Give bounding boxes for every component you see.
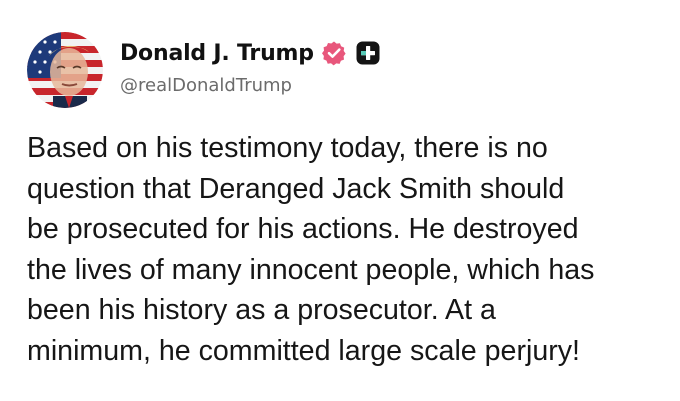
avatar[interactable]	[27, 32, 103, 108]
truth-social-post: Donald J. Trump @realDonaldTrump Based o…	[0, 0, 680, 401]
author-identity: Donald J. Trump @realDonaldTrump	[120, 32, 380, 96]
plus-badge-icon	[356, 41, 380, 65]
display-name[interactable]: Donald J. Trump	[120, 41, 314, 66]
post-body-text: Based on his testimony today, there is n…	[27, 132, 595, 367]
post-header: Donald J. Trump @realDonaldTrump	[27, 32, 380, 108]
avatar-image	[27, 32, 103, 108]
author-handle[interactable]: @realDonaldTrump	[120, 75, 380, 96]
verified-badge-icon	[321, 40, 347, 66]
name-row: Donald J. Trump	[120, 37, 380, 69]
